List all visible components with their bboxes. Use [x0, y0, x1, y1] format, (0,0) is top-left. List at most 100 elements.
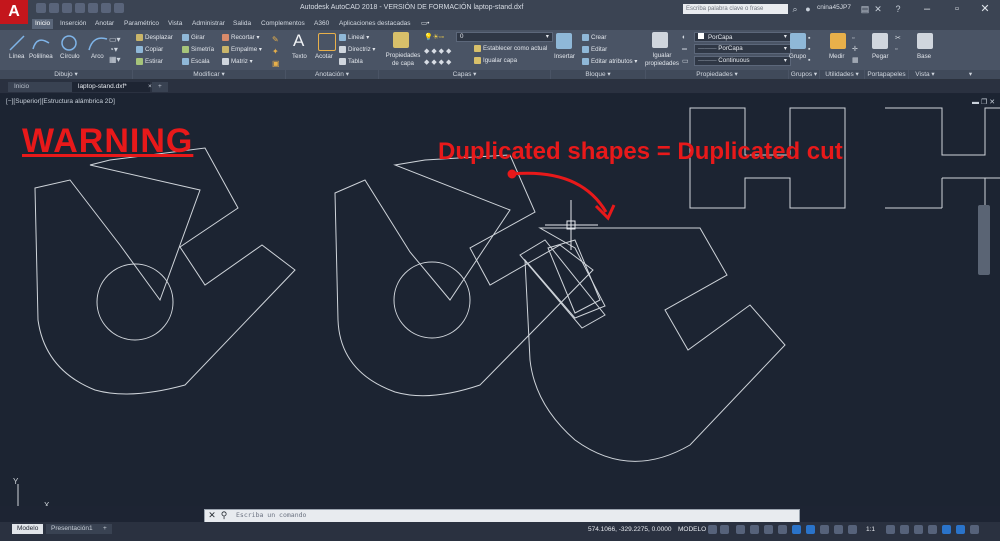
tab-insercion[interactable]: Inserción: [57, 19, 89, 29]
tab-inicio[interactable]: Inicio: [32, 19, 54, 29]
transparency-icon[interactable]: [806, 525, 815, 534]
draw-extra-icons[interactable]: ▭▾ ◔▾ ▦▾: [109, 35, 129, 65]
maximize-button[interactable]: ▫: [942, 0, 972, 18]
minimize-button[interactable]: –: [912, 0, 942, 18]
open-icon[interactable]: [49, 3, 59, 13]
polar-icon[interactable]: [750, 525, 759, 534]
customization-icon[interactable]: [970, 525, 979, 534]
tab-parametrico[interactable]: Paramétrico: [121, 19, 162, 29]
fillet-button[interactable]: Empalme ▾: [222, 46, 262, 53]
ribbon-options-icon[interactable]: ▭•: [418, 19, 432, 29]
autocad-logo-icon[interactable]: A: [0, 0, 28, 24]
dimension-button[interactable]: Acotar: [315, 53, 333, 60]
modify-extra-icons[interactable]: ✎ ✦ ▣: [272, 34, 280, 70]
hardware-acceleration-icon[interactable]: [942, 525, 951, 534]
table-button[interactable]: Tabla: [339, 58, 363, 65]
add-layout-button[interactable]: +: [98, 524, 112, 534]
exchange-icon[interactable]: ✕: [873, 4, 883, 14]
tab-aplicaciones[interactable]: Aplicaciones destacadas: [336, 19, 414, 29]
user-icon[interactable]: ●: [803, 4, 813, 14]
panel-title-anotacion[interactable]: Anotación ▾: [286, 70, 378, 79]
plus-icon[interactable]: [914, 525, 923, 534]
rotate-button[interactable]: Girar: [182, 34, 205, 41]
tab-anotar[interactable]: Anotar: [92, 19, 117, 29]
layer-dropdown[interactable]: 0 ▾: [456, 32, 553, 42]
panel-title-dibujo[interactable]: Dibujo ▾: [0, 70, 132, 79]
clean-screen-icon[interactable]: [956, 525, 965, 534]
command-input[interactable]: Escriba un comando: [236, 510, 306, 521]
copy-button[interactable]: Copiar: [136, 46, 163, 53]
isolate-icon[interactable]: [928, 525, 937, 534]
panel-title-utilidades[interactable]: Utilidades ▾: [820, 70, 864, 79]
annotation-scale[interactable]: 1:1: [866, 526, 875, 533]
create-block-button[interactable]: Crear: [582, 34, 606, 41]
ortho-icon[interactable]: [736, 525, 745, 534]
panel-title-propiedades[interactable]: Propiedades ▾: [646, 70, 788, 79]
set-current-button[interactable]: Establecer como actual: [474, 45, 547, 52]
undo-icon[interactable]: [88, 3, 98, 13]
tab-a360[interactable]: A360: [311, 19, 332, 29]
measure-button[interactable]: Medir: [829, 53, 844, 60]
panel-title-vista[interactable]: Vista ▾: [909, 70, 941, 79]
model-space-toggle[interactable]: MODELO: [678, 526, 706, 533]
plot-icon[interactable]: [114, 3, 124, 13]
color-dropdown[interactable]: PorCapa ▾: [694, 32, 791, 42]
lineweight-dropdown[interactable]: ——— PorCapa ▾: [694, 44, 791, 54]
move-button[interactable]: Desplazar: [136, 34, 173, 41]
arc-button[interactable]: Arco: [91, 53, 104, 60]
circle-button[interactable]: Círculo: [60, 53, 80, 60]
grid-icon[interactable]: [708, 525, 717, 534]
layer-properties-button[interactable]: Propiedades de capa: [384, 52, 422, 68]
close-button[interactable]: ✕: [970, 0, 1000, 18]
property-icons[interactable]: ◐ ═ ▭: [682, 32, 689, 68]
match-properties-icon[interactable]: [652, 32, 668, 48]
match-layer-button[interactable]: Igualar capa: [474, 57, 517, 64]
panel-title-portapapeles[interactable]: Portapapeles: [865, 70, 908, 79]
mirror-button[interactable]: Simetría: [182, 46, 214, 53]
group-icon[interactable]: [790, 33, 806, 49]
layer-tool-icons[interactable]: ◆ ◆ ◆ ◆ ◆ ◆ ◆ ◆: [424, 46, 451, 68]
tab-vista[interactable]: Vista: [165, 19, 185, 29]
layout-tab-model[interactable]: Modelo: [12, 524, 44, 534]
doc-tab-laptop-stand[interactable]: laptop-stand.dxf*: [72, 82, 150, 92]
insert-icon[interactable]: [556, 33, 572, 49]
3d-osnap-icon[interactable]: [834, 525, 843, 534]
group-button[interactable]: Grupo: [789, 53, 806, 60]
base-button[interactable]: Base: [917, 53, 931, 60]
osnap-icon[interactable]: [778, 525, 787, 534]
clipboard-icons[interactable]: ✂ ▫: [895, 33, 901, 55]
edit-block-button[interactable]: Editar: [582, 46, 607, 53]
panel-title-capas[interactable]: Capas ▾: [379, 70, 550, 79]
layer-properties-icon[interactable]: [393, 32, 409, 48]
line-button[interactable]: Línea: [9, 53, 24, 60]
layout-tab-presentacion1[interactable]: Presentación1: [46, 524, 98, 534]
ribbon-expand[interactable]: ▾: [941, 70, 1000, 79]
insert-button[interactable]: Insertar: [554, 53, 575, 60]
dimension-icon[interactable]: [318, 33, 336, 51]
utility-icons[interactable]: ▫ ✛ ▦: [852, 33, 859, 66]
panel-title-modificar[interactable]: Modificar ▾: [133, 70, 285, 79]
trim-button[interactable]: Recortar ▾: [222, 34, 260, 41]
linear-button[interactable]: Lineal ▾: [339, 34, 369, 41]
save-icon[interactable]: [62, 3, 72, 13]
close-command-icon[interactable]: ✕: [206, 510, 218, 521]
save-as-icon[interactable]: [75, 3, 85, 13]
new-icon[interactable]: [36, 3, 46, 13]
linetype-dropdown[interactable]: ——— Continuous ▾: [694, 56, 791, 66]
panel-title-bloque[interactable]: Bloque ▾: [551, 70, 645, 79]
polyline-button[interactable]: Polilínea: [29, 53, 53, 60]
navigation-bar[interactable]: [978, 205, 990, 275]
isodraft-icon[interactable]: [764, 525, 773, 534]
lineweight-icon[interactable]: [792, 525, 801, 534]
selection-cycling-icon[interactable]: [820, 525, 829, 534]
redo-icon[interactable]: [101, 3, 111, 13]
cart-icon[interactable]: ▤: [860, 4, 870, 14]
user-name[interactable]: cnina45JP7: [817, 4, 851, 11]
command-options-icon[interactable]: ⚲: [218, 510, 230, 521]
text-button[interactable]: Texto: [292, 53, 307, 60]
search-icon[interactable]: ⌕: [790, 4, 800, 14]
snap-icon[interactable]: [720, 525, 729, 534]
doc-tab-inicio[interactable]: Inicio: [8, 82, 80, 92]
measure-icon[interactable]: [830, 33, 846, 49]
tab-complementos[interactable]: Complementos: [258, 19, 308, 29]
